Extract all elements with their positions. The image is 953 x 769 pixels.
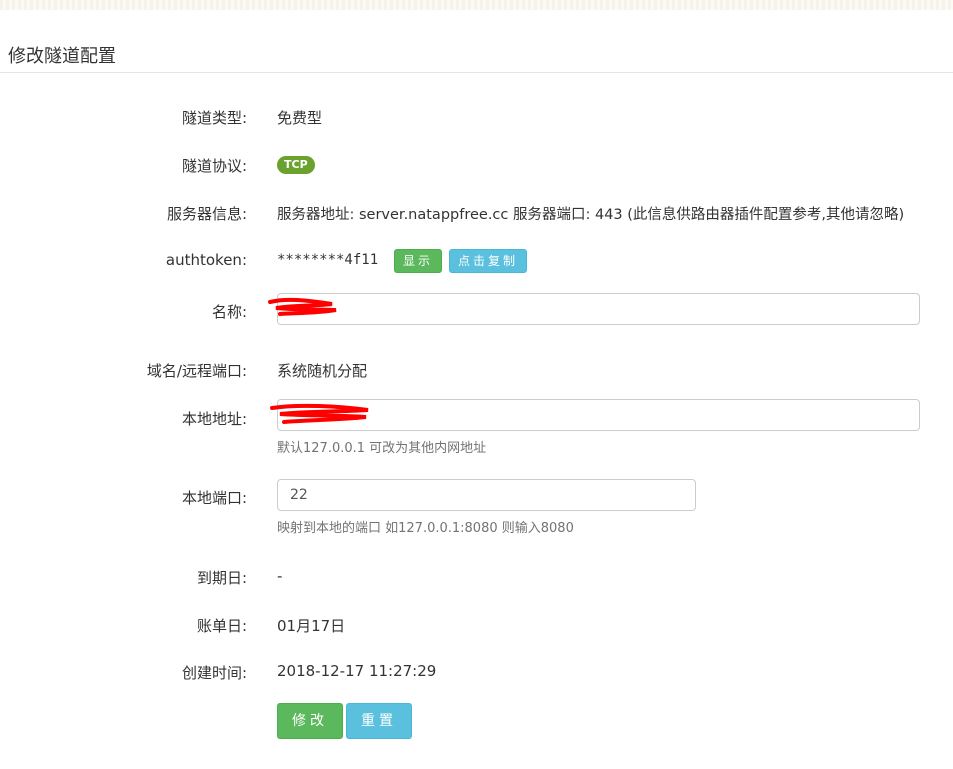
authtoken-value: ********4f11 bbox=[277, 252, 379, 268]
tunnel-protocol-label: 隧道协议: bbox=[181, 157, 247, 175]
authtoken-label: authtoken: bbox=[165, 251, 247, 269]
local-port-label: 本地端口: bbox=[181, 489, 247, 507]
title-divider bbox=[0, 72, 953, 73]
created-time-label: 创建时间: bbox=[181, 664, 247, 682]
tunnel-type-value: 免费型 bbox=[277, 109, 323, 127]
reset-button[interactable]: 重置 bbox=[346, 703, 412, 739]
copy-token-button[interactable]: 点击复制 bbox=[449, 249, 528, 273]
server-info-value: 服务器地址: server.natappfree.cc 服务器端口: 443 (… bbox=[277, 207, 905, 223]
protocol-badge: TCP bbox=[277, 156, 315, 174]
name-input[interactable] bbox=[277, 293, 920, 325]
local-port-help: 映射到本地的端口 如127.0.0.1:8080 则输入8080 bbox=[277, 521, 574, 536]
submit-button[interactable]: 修改 bbox=[277, 703, 343, 739]
tunnel-type-label: 隧道类型: bbox=[181, 109, 247, 127]
created-time-value: 2018-12-17 11:27:29 bbox=[277, 662, 437, 680]
domain-port-label: 域名/远程端口: bbox=[146, 362, 247, 380]
local-address-help: 默认127.0.0.1 可改为其他内网地址 bbox=[277, 441, 487, 456]
redaction-scribble-address bbox=[270, 403, 369, 424]
show-token-button[interactable]: 显示 bbox=[394, 249, 443, 273]
server-info-label: 服务器信息: bbox=[166, 205, 247, 223]
bill-day-label: 账单日: bbox=[196, 617, 247, 635]
domain-port-value: 系统随机分配 bbox=[277, 362, 368, 380]
expire-date-value: - bbox=[277, 567, 283, 585]
expire-date-label: 到期日: bbox=[196, 569, 247, 587]
redaction-scribble-name bbox=[268, 297, 337, 316]
top-decor-strip bbox=[0, 0, 953, 10]
name-label: 名称: bbox=[211, 303, 247, 321]
bill-day-value: 01月17日 bbox=[277, 617, 346, 635]
page-title: 修改隧道配置 bbox=[8, 46, 116, 67]
local-address-label: 本地地址: bbox=[181, 410, 247, 428]
local-port-input[interactable] bbox=[277, 479, 696, 511]
